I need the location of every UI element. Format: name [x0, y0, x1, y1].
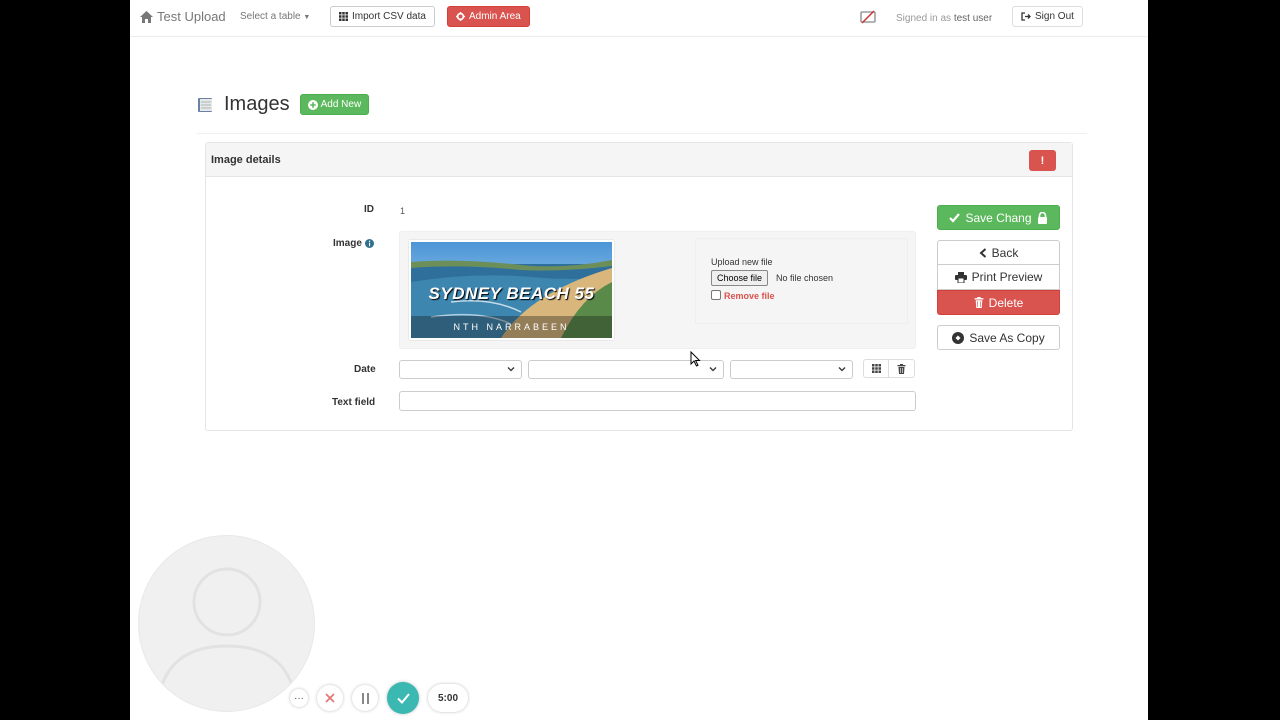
sign-out-label: Sign Out [1035, 11, 1074, 22]
save-as-copy-button[interactable]: Save As Copy [937, 325, 1060, 350]
navbar: Test Upload Select a table ▼ Import CSV … [130, 0, 1148, 37]
date-label: Date [354, 364, 376, 375]
back-button[interactable]: Back [937, 240, 1060, 265]
signed-in-user: test user [953, 13, 993, 24]
date-year-select[interactable] [730, 360, 853, 379]
recorder-more-button[interactable]: ··· [290, 689, 308, 707]
delete-button[interactable]: Delete [937, 290, 1060, 315]
remove-file-label[interactable]: Remove file [724, 291, 775, 301]
print-preview-button[interactable]: Print Preview [937, 265, 1060, 290]
app-window: Test Upload Select a table ▼ Import CSV … [130, 0, 1148, 720]
chevron-down-icon [507, 367, 515, 372]
delete-label: Delete [988, 295, 1024, 310]
calendar-grid-icon [871, 364, 881, 373]
image-caption-subtitle: NTH NARRABEEN [453, 322, 570, 332]
recorder-pause-button[interactable] [352, 685, 378, 711]
date-day-select[interactable] [399, 360, 522, 379]
trash-icon [897, 363, 906, 374]
print-preview-label: Print Preview [971, 270, 1043, 284]
no-file-text: No file chosen [776, 273, 834, 283]
chevron-down-icon [709, 367, 717, 372]
alert-button[interactable]: ! [1029, 150, 1056, 171]
trash-icon [974, 297, 984, 308]
image-label-group: Image [333, 238, 374, 249]
print-icon [954, 271, 967, 283]
image-thumbnail[interactable]: SYDNEY BEACH 55 NTH NARRABEEN [409, 240, 614, 340]
caret-down-icon: ▼ [303, 14, 311, 21]
image-caption-title: SYDNEY BEACH 55 [428, 284, 595, 303]
text-field-input[interactable] [399, 391, 916, 411]
disabled-edit-icon [860, 10, 876, 24]
save-changes-button[interactable]: Save Chang [937, 205, 1060, 230]
recorder-finish-button[interactable] [387, 682, 419, 714]
cog-icon [456, 12, 465, 21]
check-icon [949, 212, 961, 223]
save-changes-label: Save Chang [965, 210, 1032, 225]
image-field-box: SYDNEY BEACH 55 NTH NARRABEEN Upload new… [399, 231, 916, 349]
recorder-timer: 5:00 [428, 684, 468, 712]
id-label: ID [364, 204, 374, 215]
chevron-left-icon [979, 247, 986, 258]
table-select-dropdown[interactable]: Select a table ▼ [240, 11, 310, 22]
choose-file-button[interactable]: Choose file [711, 270, 769, 286]
panel-title: Image details [211, 154, 281, 166]
brand-link[interactable]: Test Upload [140, 9, 226, 24]
save-as-copy-label: Save As Copy [969, 330, 1045, 345]
text-field-label: Text field [332, 397, 376, 408]
add-new-button[interactable]: Add New [299, 94, 370, 115]
image-details-panel: Image details ! ID 1 Image SYDNEY BEACH … [205, 142, 1073, 431]
webcam-bubble[interactable] [138, 535, 315, 712]
clear-date-button[interactable] [889, 359, 915, 378]
back-label: Back [991, 245, 1019, 260]
calendar-button[interactable] [863, 359, 889, 378]
image-label: Image [333, 238, 362, 249]
brand-text: Test Upload [157, 9, 226, 24]
page-title: Images [224, 93, 290, 115]
lock-icon [1037, 211, 1047, 224]
home-icon [140, 10, 153, 23]
chevron-down-icon [838, 367, 846, 372]
id-value: 1 [400, 206, 406, 216]
import-csv-label: Import CSV data [352, 11, 426, 22]
table-book-icon [198, 97, 212, 112]
info-icon[interactable] [364, 239, 374, 248]
check-icon [396, 692, 410, 704]
add-new-label: Add New [320, 99, 362, 110]
copy-circle-icon [952, 331, 965, 344]
grid-icon [339, 12, 348, 21]
import-csv-button[interactable]: Import CSV data [330, 6, 435, 27]
signed-in-status: Signed in as test user [896, 13, 992, 24]
plus-circle-icon [307, 99, 318, 110]
sign-out-icon [1021, 12, 1031, 21]
mouse-cursor-icon [690, 351, 701, 367]
close-icon [325, 693, 335, 703]
heading-divider [197, 133, 1087, 134]
page-heading: Images Add New [197, 93, 370, 116]
table-select-label: Select a table [240, 11, 301, 22]
recorder-controls: ··· 5:00 [290, 682, 468, 714]
sign-out-button[interactable]: Sign Out [1012, 6, 1083, 27]
remove-file-checkbox[interactable] [711, 290, 721, 300]
recorder-cancel-button[interactable] [317, 685, 343, 711]
admin-area-label: Admin Area [469, 11, 521, 22]
admin-area-button[interactable]: Admin Area [447, 6, 530, 27]
panel-header: Image details ! [206, 143, 1072, 177]
upload-box: Upload new file Choose file No file chos… [695, 238, 908, 324]
pause-icon [361, 692, 369, 704]
user-placeholder-icon [157, 567, 297, 697]
signed-in-prefix: Signed in as [896, 13, 952, 24]
upload-title: Upload new file [711, 257, 773, 267]
